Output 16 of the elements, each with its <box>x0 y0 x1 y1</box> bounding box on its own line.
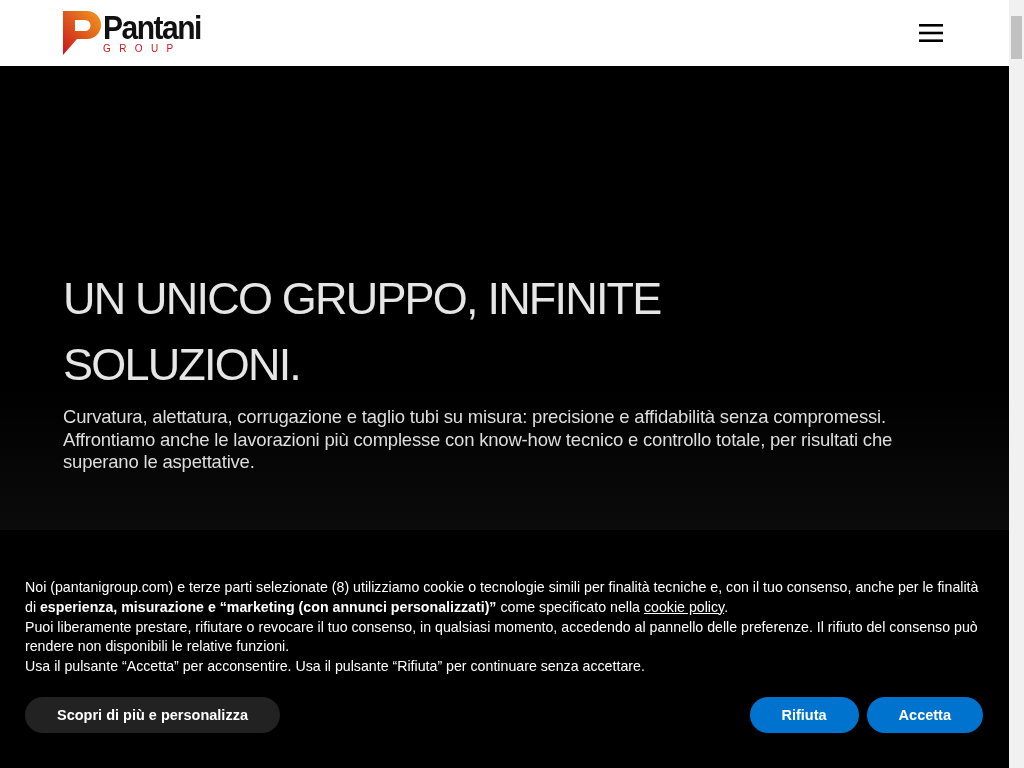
hero-title: UN UNICO GRUPPO, INFINITE SOLUZIONI. <box>63 272 662 392</box>
hero-text: Curvatura, alettatura, corrugazione e taglio tubi su misura: precisione e affidabilità senza compromessi. <box>63 406 887 429</box>
scrollbar-thumb[interactable] <box>1011 16 1022 59</box>
logo-icon <box>63 11 101 55</box>
menu-icon[interactable] <box>919 23 943 43</box>
scrollbar[interactable] <box>1009 0 1024 768</box>
cookie-text: Noi (pantanigroup.com) e terze parti selezionate (8) utilizziamo cookie o tecnologie simili per finalità tecniche e, con il tuo consenso, anche per le finalità di esperienza, misurazione e “marketing (con annunci personalizzati)” come specificato nella cookie policy. <box>25 578 980 617</box>
logo-name: Pantani <box>103 11 201 44</box>
consent-button[interactable]: Rifiuta <box>749 697 859 733</box>
hero-text: Affrontiamo anche le lavorazioni più complesse con know-how tecnico e controllo totale, per risultati che superano le aspettative. <box>63 428 894 474</box>
cookie-text: Puoi liberamente prestare, rifiutare o revocare il tuo consenso, in qualsiasi momento, accedendo al pannello delle preferenze. Il rifiuto del consenso può rendere non disponibili le relative funzioni. <box>25 617 979 657</box>
consent-button[interactable]: Accetta <box>866 697 983 733</box>
cookie-text: Usa il pulsante “Accetta” per acconsentire. Usa il pulsante “Rifiuta” per continuare senza accettare. <box>25 657 646 677</box>
cookie-policy-link[interactable]: cookie policy <box>643 598 725 615</box>
customize-button[interactable]: Scopri di più e personalizza <box>25 697 280 733</box>
logo-subtitle: GROUP <box>103 42 182 54</box>
